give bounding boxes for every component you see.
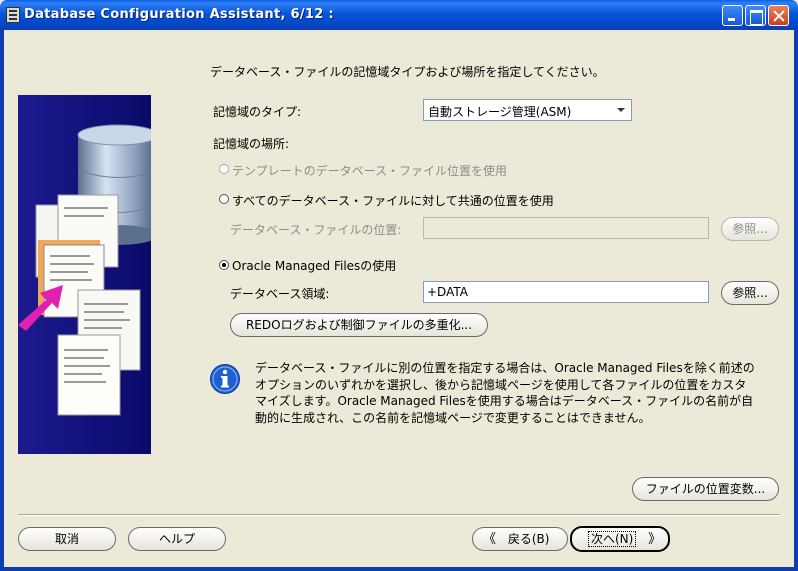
multiplex-redo-control-button[interactable]: REDOログおよび制御ファイルの多重化...: [230, 313, 488, 337]
window-frame-left: [0, 30, 4, 571]
wizard-illustration: [18, 95, 151, 454]
db-file-location-field[interactable]: [423, 217, 709, 239]
radio-common-label: すべてのデータベース・ファイルに対して共通の位置を使用: [232, 194, 554, 208]
info-note-line: データベース・ファイルに別の位置を指定する場合は、Oracle Managed …: [255, 361, 755, 375]
db-area-field[interactable]: +DATA: [423, 281, 709, 303]
location-label: 記憶域の場所:: [213, 137, 290, 151]
window-title: Database Configuration Assistant, 6/12 :: [24, 7, 334, 22]
footer-separator: [18, 514, 780, 516]
browse-db-area-button[interactable]: 参照...: [721, 281, 779, 305]
maximize-button[interactable]: [745, 5, 766, 26]
info-note-line: オプションのいずれかを選択し、後から記憶域ページを使用して各ファイルの位置をカス…: [255, 377, 747, 392]
chevron-down-icon[interactable]: [615, 103, 628, 117]
info-icon: [209, 363, 241, 395]
cancel-button[interactable]: 取消: [18, 527, 116, 551]
app-icon[interactable]: [6, 7, 20, 23]
back-label: 戻る(B): [507, 532, 550, 546]
radio-omf-label: Oracle Managed Filesの使用: [232, 259, 397, 273]
close-button[interactable]: [768, 5, 789, 26]
radio-common-location[interactable]: [219, 194, 229, 204]
minimize-button[interactable]: [722, 5, 743, 26]
info-note-line: マイズします。Oracle Managed Filesを使用する場合はデータベー…: [255, 394, 754, 408]
radio-oracle-managed-files[interactable]: [219, 260, 229, 270]
window-frame-bottom: [0, 567, 798, 571]
window-frame-right: [794, 30, 798, 571]
back-button[interactable]: 《 戻る(B): [472, 527, 568, 551]
next-button[interactable]: 次へ(N) 》: [570, 526, 670, 552]
info-note: データベース・ファイルに別の位置を指定する場合は、Oracle Managed …: [255, 360, 785, 426]
info-note-line: 動的に生成され、この名前を記憶域ページで変更することはできません。: [255, 410, 651, 425]
storage-type-label: 記憶域のタイプ:: [213, 105, 302, 119]
storage-type-value: 自動ストレージ管理(ASM): [428, 105, 572, 119]
db-area-label: データベース領域:: [230, 287, 330, 301]
radio-template-label: テンプレートのデータベース・ファイル位置を使用: [232, 164, 508, 178]
chevron-right-double-icon: 》: [648, 532, 662, 547]
page-heading: データベース・ファイルの記憶域タイプおよび場所を指定してください。: [210, 65, 605, 79]
help-button[interactable]: ヘルプ: [128, 527, 226, 551]
radio-template-location[interactable]: [219, 164, 229, 174]
next-label: 次へ(N): [588, 531, 637, 547]
storage-type-select[interactable]: 自動ストレージ管理(ASM): [423, 99, 632, 121]
file-location-variables-button[interactable]: ファイルの位置変数...: [632, 477, 779, 501]
db-file-location-label: データベース・ファイルの位置:: [230, 223, 402, 237]
title-bar[interactable]: Database Configuration Assistant, 6/12 :: [0, 0, 798, 30]
chevron-left-double-icon: 《: [483, 532, 497, 547]
browse-location-button[interactable]: 参照...: [721, 217, 779, 241]
database-files-illustration: [18, 124, 151, 416]
